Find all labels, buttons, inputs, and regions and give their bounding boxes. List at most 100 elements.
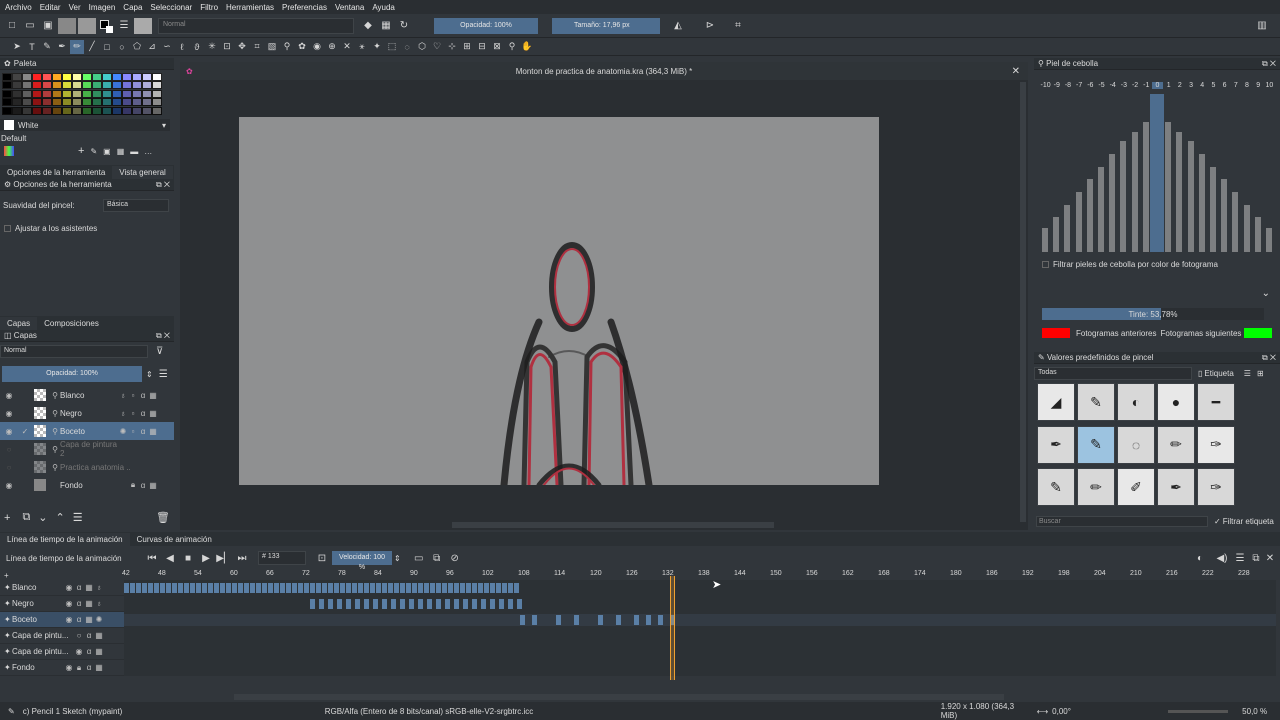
keyframe[interactable] [436,599,441,609]
alpha-lock-icon[interactable]: ▦ [84,599,94,608]
keyframe[interactable] [499,599,504,609]
alpha-icon[interactable]: α [74,599,84,608]
onion-tick-label[interactable]: 8 [1241,82,1252,89]
keyframe[interactable] [508,599,513,609]
onion-skin-icon[interactable]: ⚲ [50,445,60,454]
eye-hidden-icon[interactable]: ○ [4,445,14,454]
onion-tick-label[interactable]: 10 [1264,82,1275,89]
color-swatch[interactable] [152,106,162,115]
no-frame-icon[interactable]: ⊘ [447,550,463,566]
tab-curves[interactable]: Curvas de animación [130,533,219,546]
save-palette-icon[interactable]: ▣ [103,147,111,156]
polygon-tool-icon[interactable]: ⬠ [130,40,144,54]
stop-icon[interactable]: ■ [180,550,196,566]
onion-skin-icon[interactable]: ⚲ [50,391,60,400]
color-swatch[interactable] [132,73,142,81]
color-swatch[interactable] [152,89,162,98]
onion-tick-label[interactable]: -1 [1141,82,1152,89]
keyframe[interactable] [160,583,165,593]
keyframe[interactable] [445,599,450,609]
keyframe[interactable] [409,599,414,609]
color-swatch[interactable] [62,106,72,115]
tab-timeline[interactable]: Línea de tiempo de la animación [0,533,130,546]
keyframe[interactable] [319,599,324,609]
keyframe[interactable] [484,583,489,593]
move-down-icon[interactable]: ⌄ [38,511,47,524]
frame-number-input[interactable]: # 133 [258,551,306,565]
eye-icon[interactable]: ◉ [4,409,14,418]
onion-opacity-bar[interactable] [1266,228,1272,252]
calligraphy-icon[interactable]: ✒ [55,40,69,54]
color-swatch[interactable] [112,89,122,98]
outline-select-icon[interactable]: ♡ [430,40,444,54]
bezier-tool-icon[interactable]: ∽ [160,40,174,54]
onion-opacity-bar[interactable] [1232,191,1239,252]
keyframe[interactable] [508,583,513,593]
size-slider[interactable]: Tamaño: 17,96 px [552,17,660,34]
audio-icon[interactable]: ◀) [1214,550,1230,566]
layer-row[interactable]: ○ ⚲ Capa de pintura 2 [0,440,174,458]
onion-opacity-bar[interactable] [1120,141,1127,252]
color-swatch[interactable] [102,98,112,107]
keyframe[interactable] [226,583,231,593]
gradient-tool-icon[interactable]: ▧ [265,40,279,54]
colorize-mask-icon[interactable]: ✿ [295,40,309,54]
close-icon[interactable]: ✕ [1270,59,1276,68]
pin-icon[interactable]: ✦ [4,663,12,672]
pin-icon[interactable]: ✦ [4,583,12,592]
drop-frames-icon[interactable]: ▭ [411,550,427,566]
alpha-lock-icon[interactable]: ▦ [84,583,94,592]
menu-ayuda[interactable]: Ayuda [372,3,395,12]
onion-tick-label[interactable]: -8 [1062,82,1073,89]
onion-opacity-bar[interactable] [1221,179,1228,252]
keyframe[interactable] [220,583,225,593]
alpha-lock-icon[interactable]: ▦ [148,427,158,436]
color-swatch[interactable] [12,73,22,81]
float-icon[interactable]: ⧉ [156,180,162,189]
delete-layer-icon[interactable]: 🗑︎ [156,511,170,524]
brush-preset-item[interactable]: ✏ [1157,425,1195,464]
onion-tick-label[interactable]: -10 [1040,82,1051,89]
color-swatch[interactable] [152,98,162,107]
bulb-icon[interactable]: ♁ [118,409,128,418]
alpha-lock-icon[interactable]: ▦ [94,631,104,640]
color-swatch[interactable] [52,98,62,107]
float-icon[interactable]: ⧉ [1262,353,1268,362]
menu-seleccionar[interactable]: Seleccionar [150,3,192,12]
eye-icon[interactable]: ◉ [64,663,74,672]
brush-search-input[interactable]: Buscar [1036,515,1208,527]
pin-icon[interactable]: ✦ [4,647,12,656]
layer-opacity-slider[interactable]: Opacidad: 100% [2,366,142,382]
chevron-down-icon[interactable]: ▾ [162,121,166,130]
horizontal-scrollbar[interactable] [452,522,774,528]
color-swatch[interactable] [22,73,32,81]
keyframe[interactable] [124,583,129,593]
color-swatch[interactable] [2,73,12,81]
color-swatch[interactable] [122,89,132,98]
keyframe[interactable] [178,583,183,593]
color-swatch[interactable] [62,89,72,98]
list-view-icon[interactable]: ☰ [1244,369,1251,378]
bulb-icon[interactable]: ✺ [94,615,104,624]
color-picker-icon[interactable]: ⚲ [280,40,294,54]
duplicate-layer-icon[interactable]: ⧉ [22,511,30,524]
color-swatch[interactable] [142,89,152,98]
keyframe[interactable] [364,599,369,609]
color-swatch[interactable] [82,106,92,115]
transform-icon[interactable]: ⊡ [220,40,234,54]
color-swatch[interactable] [42,89,52,98]
color-swatch[interactable] [72,73,82,81]
tint-slider[interactable]: Tinte: 53,78% [1042,308,1264,320]
keyframe[interactable] [442,583,447,593]
gradient-pattern-icon[interactable] [58,17,76,34]
alpha-lock-icon[interactable]: ▦ [148,409,158,418]
alpha-lock-icon[interactable]: ▦ [148,391,158,400]
color-swatch[interactable] [102,73,112,81]
keyframe[interactable] [214,583,219,593]
eye-icon[interactable]: ◉ [74,647,84,656]
keyframe[interactable] [196,583,201,593]
vertical-scrollbar[interactable] [1020,82,1026,522]
spin-icon[interactable]: ⇕ [146,370,153,379]
add-layer-icon[interactable]: + [4,512,10,524]
keyframe[interactable] [268,583,273,593]
